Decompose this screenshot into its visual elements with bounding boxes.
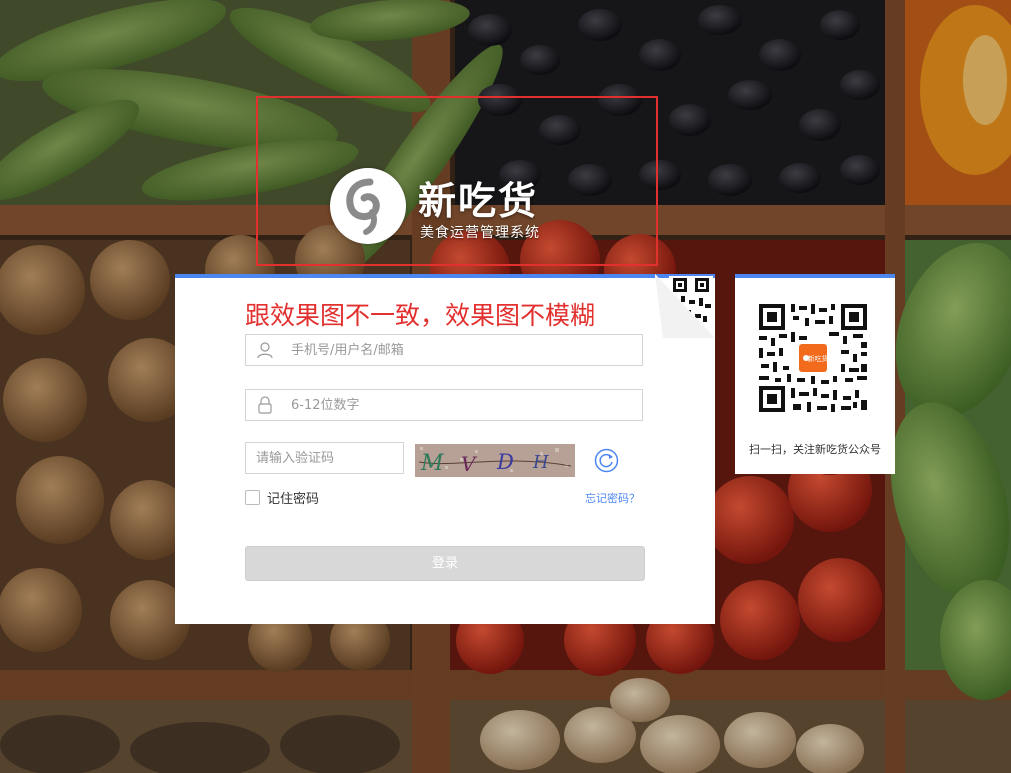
refresh-captcha-icon[interactable] (594, 448, 619, 473)
wechat-qr-code: 新吃货 (757, 302, 869, 414)
password-field[interactable] (245, 389, 643, 421)
qr-panel: 新吃货 扫一扫，关注新吃货公众号 (735, 274, 895, 474)
login-button[interactable]: 登录 (245, 546, 645, 581)
forgot-password-link[interactable]: 忘记密码？ (585, 490, 640, 506)
brand-logo-icon (330, 168, 406, 244)
svg-text:V: V (461, 452, 478, 476)
login-card: 跟效果图不一致，效果图不模糊 M V D H (175, 274, 715, 624)
annotation-note: 跟效果图不一致，效果图不模糊 (245, 301, 596, 330)
remember-label: 记住密码 (267, 491, 320, 507)
captcha-field[interactable] (245, 442, 404, 474)
username-input[interactable] (291, 341, 621, 359)
captcha-input[interactable] (256, 449, 396, 467)
logo-area: 新吃货 美食运营管理系统 (256, 96, 658, 266)
brand-subtitle: 美食运营管理系统 (420, 225, 540, 241)
remember-password[interactable]: 记住密码 (245, 488, 320, 507)
remember-checkbox[interactable] (245, 489, 260, 505)
username-field[interactable] (245, 334, 643, 366)
captcha-image[interactable]: M V D H (415, 444, 575, 477)
user-icon (257, 342, 273, 359)
qr-caption: 扫一扫，关注新吃货公众号 (749, 443, 881, 456)
qr-center-label: 新吃货 (808, 354, 829, 363)
svg-text:M: M (420, 451, 444, 476)
password-input[interactable] (291, 396, 621, 414)
svg-text:D: D (496, 450, 514, 474)
lock-icon (258, 396, 272, 414)
brand-name: 新吃货 (418, 179, 539, 223)
svg-text:H: H (532, 452, 549, 473)
qr-login-toggle[interactable] (655, 274, 715, 338)
